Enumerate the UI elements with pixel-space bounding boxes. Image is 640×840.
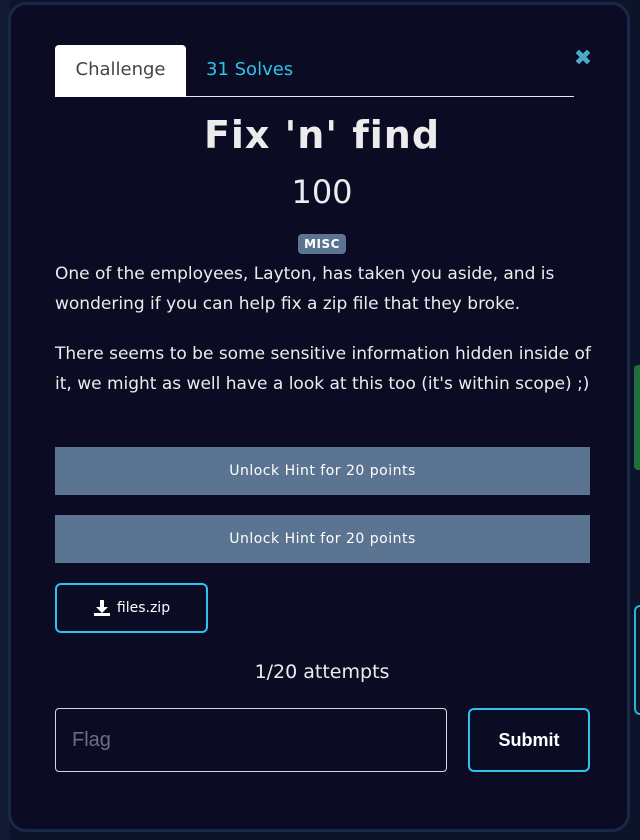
flag-input[interactable]	[55, 708, 447, 772]
description-paragraph: One of the employees, Layton, has taken …	[55, 264, 555, 314]
tab-challenge[interactable]: Challenge	[55, 45, 186, 97]
unlock-hint-button[interactable]: Unlock Hint for 20 points	[55, 515, 590, 563]
tab-bar: Challenge 31 Solves	[55, 45, 574, 97]
category-badge: MISC	[298, 234, 346, 254]
description-paragraph: There seems to be some sensitive informa…	[55, 344, 591, 394]
category-badge-wrap: MISC	[11, 233, 633, 254]
download-icon	[93, 600, 110, 616]
file-label: files.zip	[116, 600, 171, 616]
backdrop-accent-blue	[634, 605, 640, 715]
close-icon[interactable]: ✖	[573, 47, 593, 71]
file-download-button[interactable]: files.zip	[55, 583, 208, 633]
tab-solves[interactable]: 31 Solves	[186, 45, 313, 97]
backdrop-accent-green	[634, 365, 640, 470]
submit-button[interactable]: Submit	[468, 708, 590, 772]
challenge-modal: ✖ Challenge 31 Solves Fix 'n' find 100 M…	[8, 2, 630, 832]
challenge-points: 100	[291, 173, 353, 211]
challenge-title: Fix 'n' find	[203, 113, 441, 157]
unlock-hint-button[interactable]: Unlock Hint for 20 points	[55, 447, 590, 495]
attempts-counter: 1/20 attempts	[254, 661, 390, 683]
